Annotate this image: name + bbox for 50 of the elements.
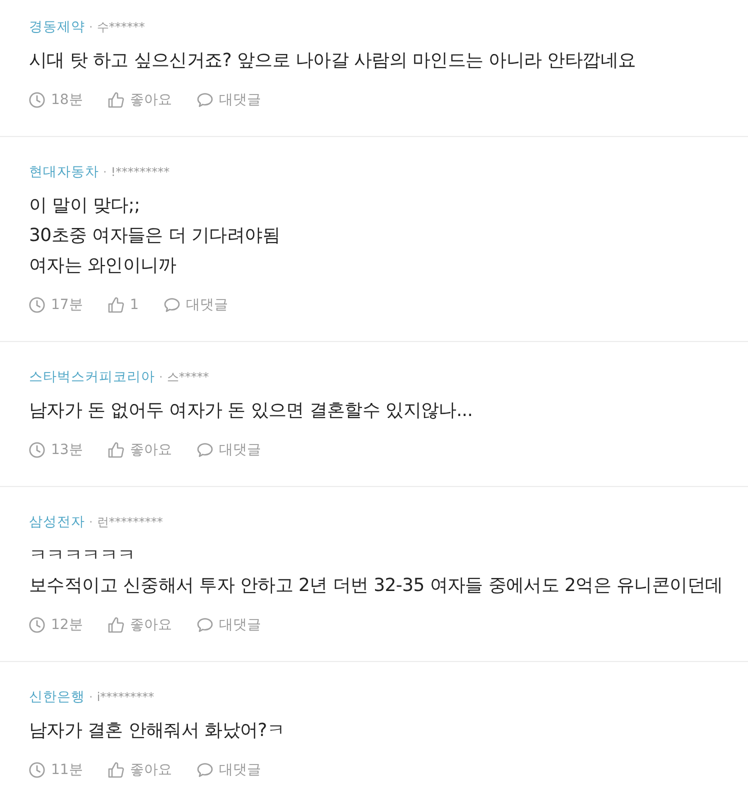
thumbs-up-icon	[108, 762, 124, 778]
thumbs-up-icon	[108, 92, 124, 108]
clock-icon	[29, 92, 45, 108]
company-name: 신한은행	[29, 688, 85, 706]
like-button[interactable]: 좋아요	[108, 90, 172, 110]
speech-bubble-icon	[196, 92, 213, 108]
reply-button[interactable]: 대댓글	[196, 760, 261, 780]
like-button[interactable]: 좋아요	[108, 440, 172, 460]
time-label: 17분	[51, 296, 83, 315]
user-name: 수******	[96, 19, 145, 36]
time-label: 12분	[51, 616, 83, 635]
comment-text: ㅋㅋㅋㅋㅋㅋ 보수적이고 신중해서 투자 안하고 2년 더번 32-35 여자들 중에서도 2억은 유니콘이던데	[29, 544, 724, 598]
comment-text: 남자가 돈 없어두 여자가 돈 있으면 결혼할수 있지않나...	[29, 399, 474, 423]
like-button[interactable]: 1	[108, 295, 139, 315]
clock-icon	[29, 297, 45, 313]
user-name: i*********	[96, 689, 154, 706]
clock-icon	[29, 617, 45, 633]
clock-icon	[29, 442, 45, 458]
company-name: 삼성전자	[29, 513, 85, 531]
time-label: 11분	[51, 761, 83, 780]
reply-button[interactable]: 대댓글	[196, 440, 261, 460]
speech-bubble-icon	[196, 762, 213, 778]
comment-text: 시대 탓 하고 싶으신거죠? 앞으로 나아갈 사람의 마인드는 아니라 안타깝네요	[29, 49, 637, 73]
company-name: 경동제약	[29, 18, 85, 36]
separator-dot: ·	[159, 369, 163, 386]
speech-bubble-icon	[196, 442, 213, 458]
thumbs-up-icon	[108, 297, 124, 313]
user-name: !*********	[110, 164, 170, 181]
comment-text: 남자가 결혼 안해줘서 화났어?ㅋ	[29, 719, 286, 743]
like-button[interactable]: 좋아요	[108, 615, 172, 635]
user-name: 스*****	[166, 369, 209, 386]
time-label: 18분	[51, 91, 83, 110]
reply-button[interactable]: 대댓글	[196, 615, 261, 635]
company-name: 스타벅스커피코리아	[29, 368, 155, 386]
thumbs-up-icon	[108, 617, 124, 633]
thumbs-up-icon	[108, 442, 124, 458]
time-label: 13분	[51, 441, 83, 460]
speech-bubble-icon	[196, 617, 213, 633]
separator-dot: ·	[89, 689, 93, 706]
clock-icon	[29, 762, 45, 778]
separator-dot: ·	[89, 19, 93, 36]
separator-dot: ·	[89, 514, 93, 531]
user-name: 런*********	[96, 514, 163, 531]
reply-button[interactable]: 대댓글	[164, 295, 228, 315]
speech-bubble-icon	[164, 297, 180, 313]
like-button[interactable]: 좋아요	[108, 760, 172, 780]
company-name: 현대자동차	[29, 163, 99, 181]
comment-text: 이 말이 맞다;; 30초중 여자들은 더 기다려야됨 여자는 와인이니까	[29, 194, 281, 278]
separator-dot: ·	[103, 164, 107, 181]
reply-button[interactable]: 대댓글	[196, 90, 261, 110]
